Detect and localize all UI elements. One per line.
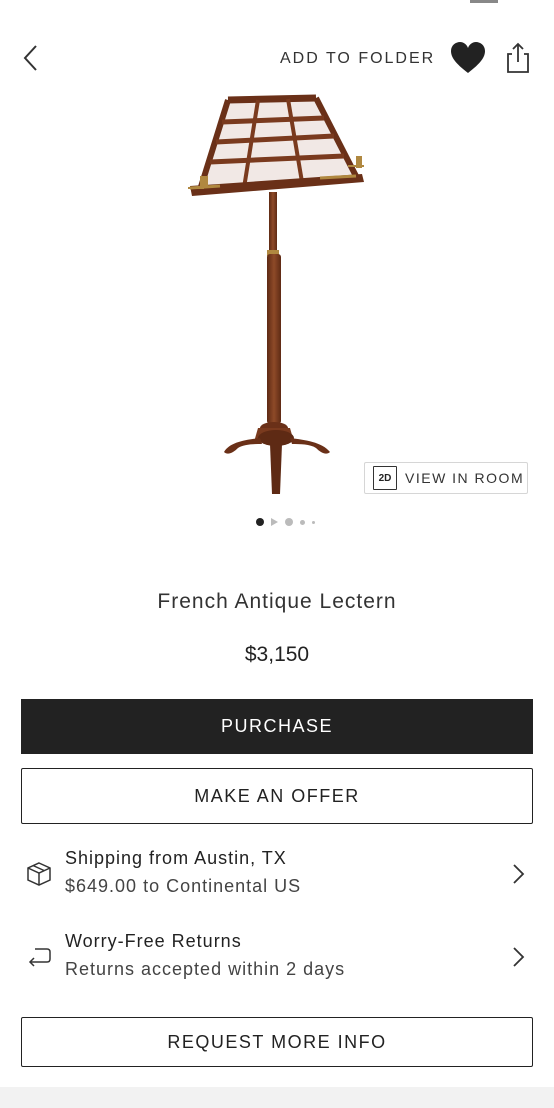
back-button[interactable]	[18, 40, 46, 76]
status-bar-fragment	[470, 0, 498, 3]
product-image[interactable]	[170, 92, 390, 502]
chevron-left-icon	[23, 45, 37, 71]
view-in-room-label: VIEW IN ROOM	[405, 470, 525, 486]
pager-dot[interactable]	[300, 519, 305, 525]
request-more-info-button[interactable]: REQUEST MORE INFO	[21, 1017, 533, 1067]
video-indicator-icon[interactable]	[271, 518, 278, 526]
view-in-room-2d-icon: 2D	[373, 466, 397, 490]
image-pager[interactable]	[256, 517, 315, 527]
bottom-bar	[0, 1087, 554, 1108]
chevron-right-icon	[513, 947, 525, 967]
lectern-illustration	[188, 94, 364, 494]
share-button[interactable]	[503, 40, 533, 76]
chevron-right-icon	[513, 864, 525, 884]
pager-dot[interactable]	[285, 518, 293, 526]
pager-dot[interactable]	[312, 520, 315, 524]
returns-detail: Returns accepted within 2 days	[65, 959, 346, 979]
product-price: $3,150	[244, 643, 310, 666]
pager-dot-active[interactable]	[256, 518, 264, 526]
make-offer-button[interactable]: MAKE AN OFFER	[21, 768, 533, 824]
shipping-info-row[interactable]: Shipping from Austin, TX $649.00 to Cont…	[0, 840, 554, 910]
view-in-room-button[interactable]: 2D VIEW IN ROOM	[364, 462, 528, 494]
package-icon	[27, 862, 51, 886]
favorite-button[interactable]	[449, 40, 487, 76]
heart-icon	[451, 42, 485, 73]
add-to-folder-button[interactable]: ADD TO FOLDER	[280, 50, 435, 68]
shipping-title: Shipping from Austin, TX	[65, 848, 287, 868]
returns-info-row[interactable]: Worry-Free Returns Returns accepted with…	[0, 923, 554, 993]
purchase-button[interactable]: PURCHASE	[21, 699, 533, 754]
share-icon	[507, 42, 529, 73]
shipping-detail: $649.00 to Continental US	[65, 876, 302, 896]
product-title: French Antique Lectern	[157, 590, 397, 613]
top-bar: ADD TO FOLDER	[0, 0, 554, 90]
returns-title: Worry-Free Returns	[65, 931, 242, 951]
return-arrow-icon	[28, 948, 51, 967]
